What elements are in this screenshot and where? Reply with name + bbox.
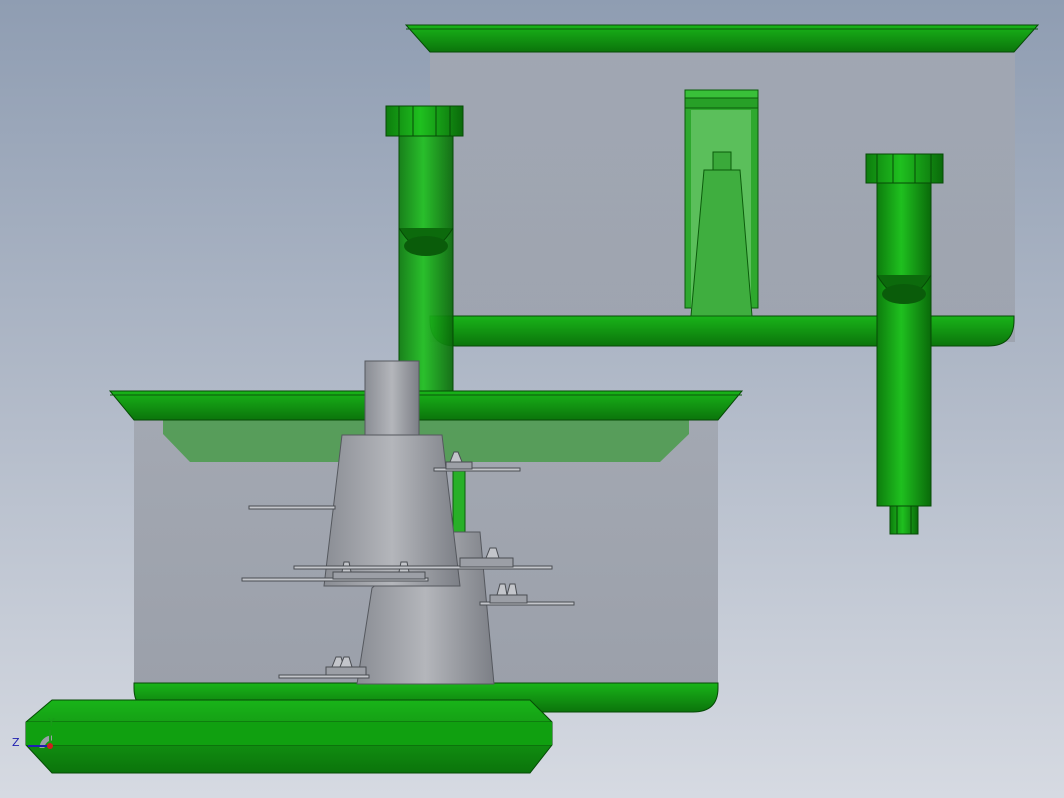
upper-inner-chamber[interactable]	[684, 89, 759, 317]
upper-inner-shaft[interactable]	[712, 151, 732, 171]
left-pipe-flange[interactable]	[385, 105, 464, 137]
center-green-shaft[interactable]	[452, 469, 466, 533]
left-pipe[interactable]	[385, 105, 464, 396]
right-pipe-outlet[interactable]	[889, 505, 919, 535]
right-pipe[interactable]	[865, 153, 944, 535]
orientation-triad: Y Z	[8, 716, 68, 762]
graphics-viewport[interactable]: Y Z	[0, 0, 1064, 798]
agitator-shaft[interactable]	[364, 360, 420, 436]
model-scene[interactable]	[0, 0, 1064, 798]
triad-y-label: Y	[48, 716, 55, 729]
base-bar[interactable]	[25, 699, 553, 774]
triad-z-label: Z	[12, 736, 20, 749]
